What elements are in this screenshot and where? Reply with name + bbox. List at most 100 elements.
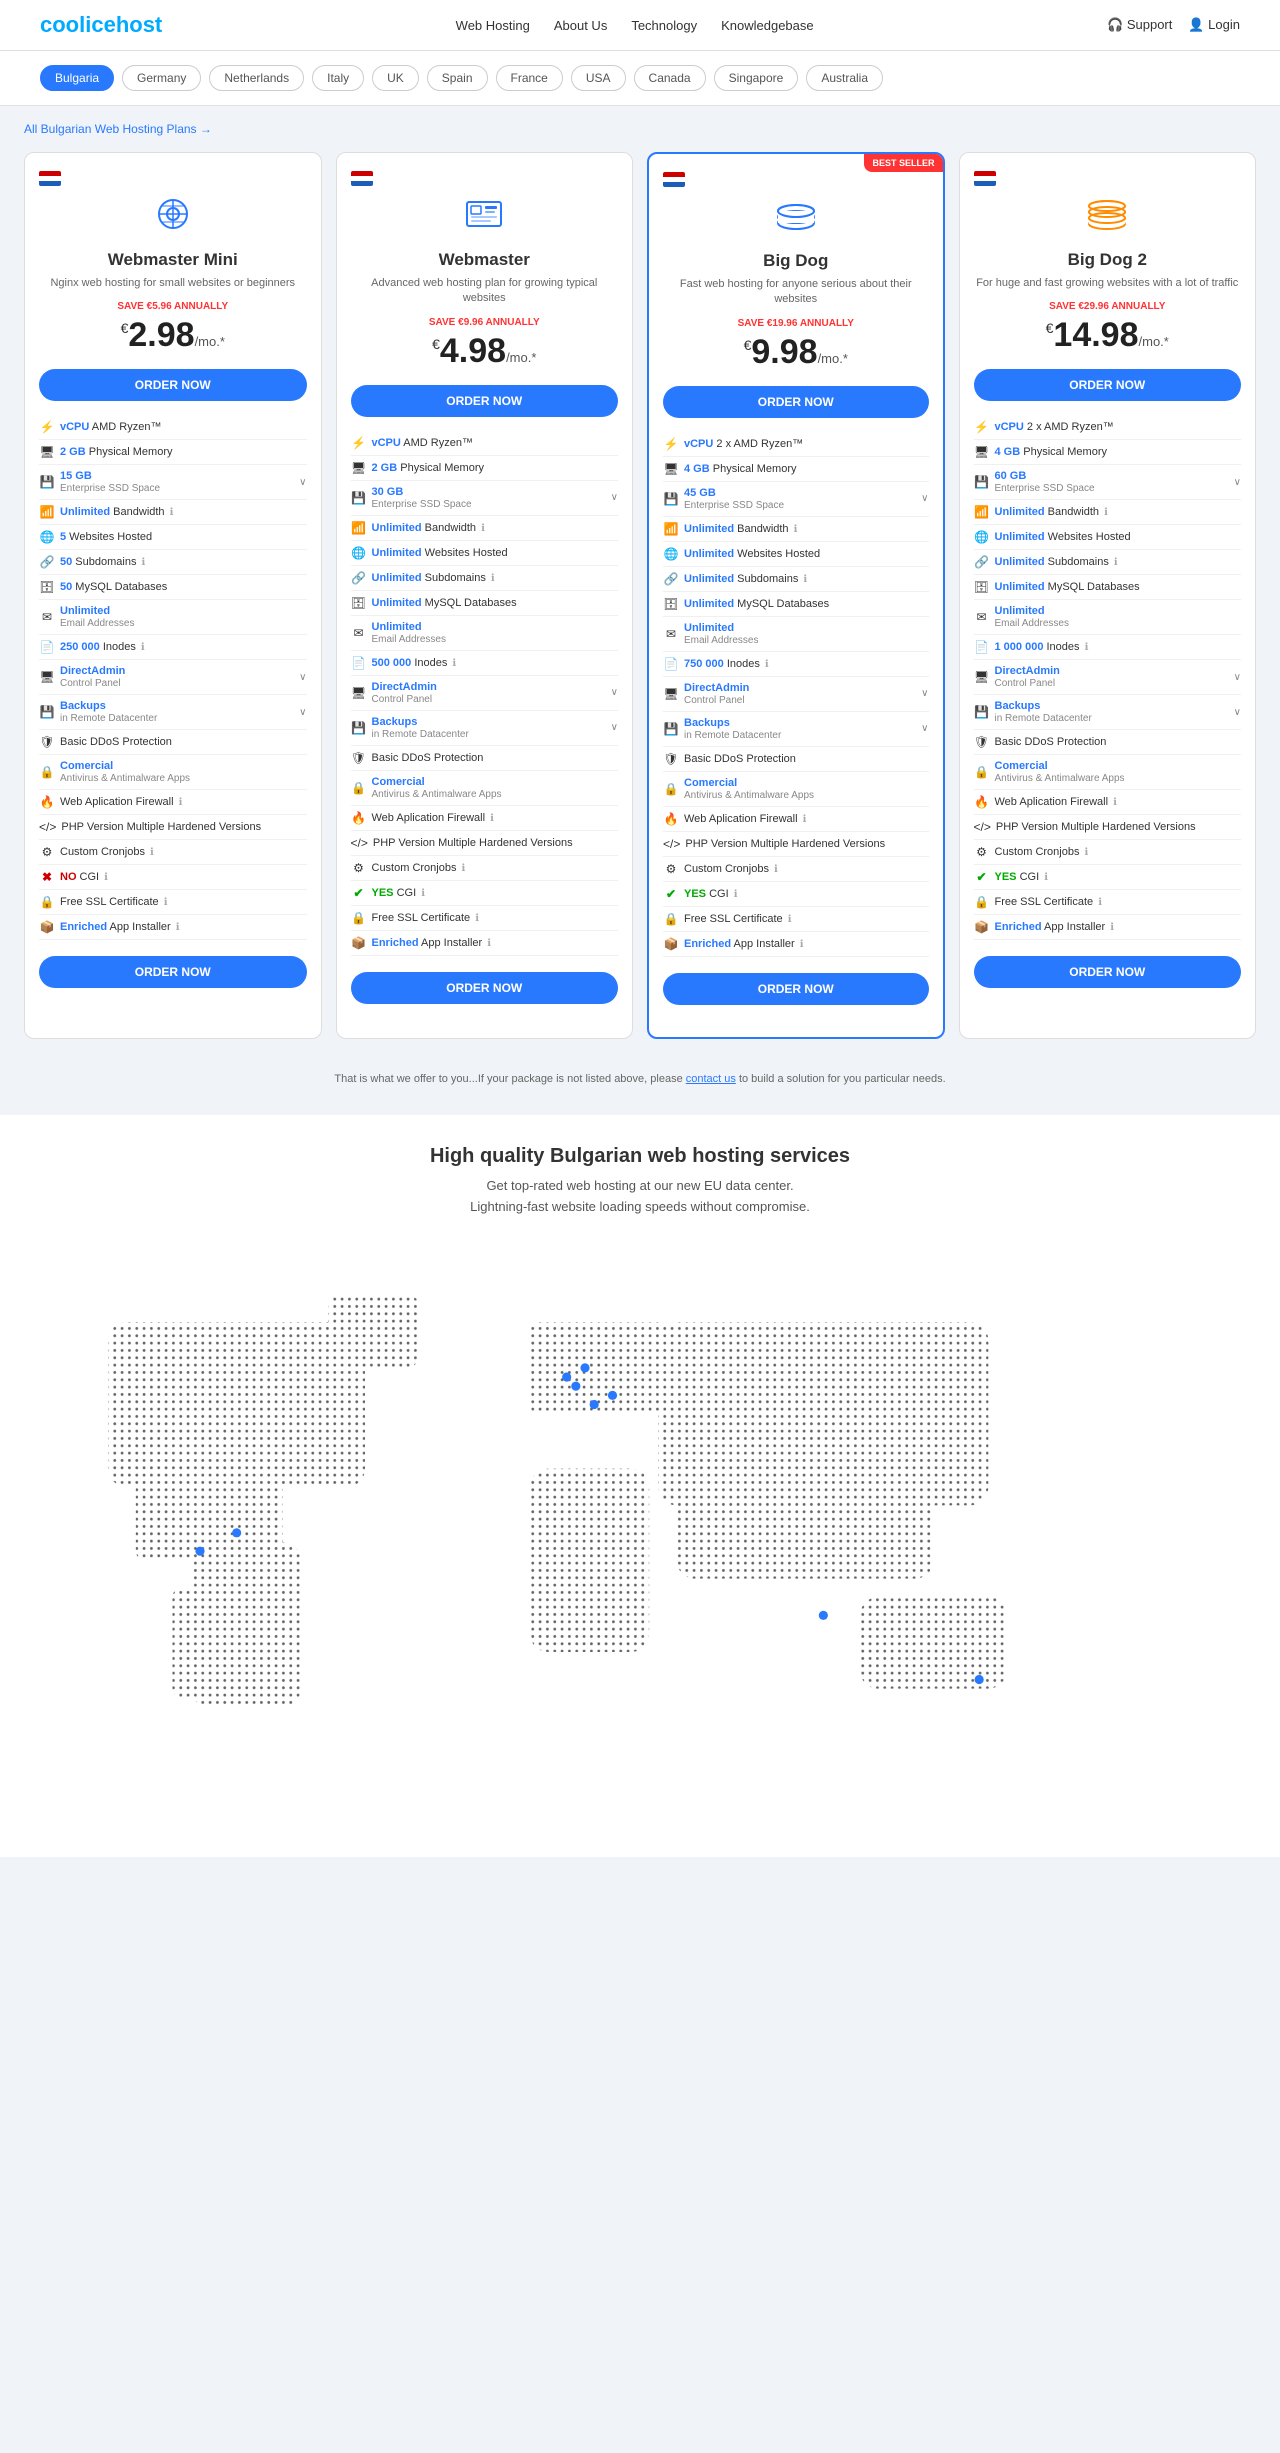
order-btn-bottom-3[interactable]: ORDER NOW — [663, 973, 929, 1005]
feature-vcpu-3: ⚡vCPU 2 x AMD Ryzen™ — [663, 432, 929, 457]
tab-usa[interactable]: USA — [571, 65, 626, 91]
feature-ssl-2: 🔒Free SSL Certificate ℹ — [351, 906, 619, 931]
feature-memory-2: 🖥2 GB Physical Memory — [351, 456, 619, 481]
save-badge-3: SAVE €19.96 ANNUALLY — [663, 318, 929, 329]
feature-waf-1: 🔥Web Aplication Firewall ℹ — [39, 790, 307, 815]
plan-webmaster-mini: Webmaster Mini Nginx web hosting for sma… — [24, 152, 322, 1039]
feature-app-4: 📦Enriched App Installer ℹ — [974, 915, 1242, 940]
logo-suffix: host — [116, 12, 162, 37]
currency-2: € — [432, 336, 440, 352]
feature-websites-1: 🌐5 Websites Hosted — [39, 525, 307, 550]
tab-uk[interactable]: UK — [372, 65, 419, 91]
plans-grid: Webmaster Mini Nginx web hosting for sma… — [24, 152, 1256, 1039]
header-right: 🎧 Support 👤 Login — [1107, 17, 1240, 33]
tab-italy[interactable]: Italy — [312, 65, 364, 91]
nav-web-hosting[interactable]: Web Hosting — [456, 18, 530, 33]
support-link[interactable]: 🎧 Support — [1107, 17, 1172, 33]
order-btn-bottom-1[interactable]: ORDER NOW — [39, 956, 307, 988]
quality-title: High quality Bulgarian web hosting servi… — [40, 1145, 1240, 1168]
nav-technology[interactable]: Technology — [631, 18, 697, 33]
feature-subdomains-1: 🔗50 Subdomains ℹ — [39, 550, 307, 575]
feature-waf-2: 🔥Web Aplication Firewall ℹ — [351, 806, 619, 831]
tab-germany[interactable]: Germany — [122, 65, 201, 91]
tab-canada[interactable]: Canada — [634, 65, 706, 91]
order-btn-4[interactable]: ORDER NOW — [974, 369, 1242, 401]
feature-app-3: 📦Enriched App Installer ℹ — [663, 932, 929, 957]
feature-php-3: </>PHP Version Multiple Hardened Version… — [663, 832, 929, 857]
logo-prefix: coolice — [40, 12, 116, 37]
plan-desc-4: For huge and fast growing websites with … — [974, 276, 1242, 291]
save-badge-2: SAVE €9.96 ANNUALLY — [351, 317, 619, 328]
feature-antivirus-2: 🔒ComercialAntivirus & Antimalware Apps — [351, 771, 619, 806]
plan-name-1: Webmaster Mini — [39, 250, 307, 270]
login-link[interactable]: 👤 Login — [1188, 17, 1240, 33]
plan-desc-2: Advanced web hosting plan for growing ty… — [351, 276, 619, 307]
save-badge-1: SAVE €5.96 ANNUALLY — [39, 301, 307, 312]
feature-cp-2: 🖥DirectAdminControl Panel∨ — [351, 676, 619, 711]
plan-icon-2 — [351, 194, 619, 242]
tab-france[interactable]: France — [496, 65, 563, 91]
feature-ssd-3: 💾45 GBEnterprise SSD Space∨ — [663, 482, 929, 517]
price-1: 2.98 — [128, 316, 194, 354]
flag-bulgaria-1 — [39, 171, 61, 186]
nav-knowledgebase[interactable]: Knowledgebase — [721, 18, 814, 33]
contact-us-link[interactable]: contact us — [686, 1073, 736, 1085]
feature-ssd-1: 💾15 GBEnterprise SSD Space∨ — [39, 465, 307, 500]
plan-icon-1 — [39, 194, 307, 242]
feature-websites-2: 🌐Unlimited Websites Hosted — [351, 541, 619, 566]
feature-memory-3: 🖥4 GB Physical Memory — [663, 457, 929, 482]
tab-australia[interactable]: Australia — [806, 65, 883, 91]
period-4: /mo.* — [1139, 334, 1169, 349]
tab-spain[interactable]: Spain — [427, 65, 488, 91]
plan-desc-1: Nginx web hosting for small websites or … — [39, 276, 307, 291]
world-map — [0, 1267, 1280, 1817]
feature-email-3: ✉UnlimitedEmail Addresses — [663, 617, 929, 652]
feature-waf-3: 🔥Web Aplication Firewall ℹ — [663, 807, 929, 832]
main-nav: Web Hosting About Us Technology Knowledg… — [456, 18, 814, 33]
order-btn-1[interactable]: ORDER NOW — [39, 369, 307, 401]
tab-bulgaria[interactable]: Bulgaria — [40, 65, 114, 91]
plan-name-3: Big Dog — [663, 251, 929, 271]
tab-singapore[interactable]: Singapore — [714, 65, 799, 91]
feature-ssl-3: 🔒Free SSL Certificate ℹ — [663, 907, 929, 932]
feature-bandwidth-2: 📶Unlimited Bandwidth ℹ — [351, 516, 619, 541]
plan-desc-3: Fast web hosting for anyone serious abou… — [663, 277, 929, 308]
feature-bandwidth-4: 📶Unlimited Bandwidth ℹ — [974, 500, 1242, 525]
feature-ddos-4: 🛡Basic DDoS Protection — [974, 730, 1242, 755]
feature-mysql-1: 🗄50 MySQL Databases — [39, 575, 307, 600]
feature-websites-3: 🌐Unlimited Websites Hosted — [663, 542, 929, 567]
order-btn-3[interactable]: ORDER NOW — [663, 386, 929, 418]
feature-vcpu-4: ⚡vCPU 2 x AMD Ryzen™ — [974, 415, 1242, 440]
logo[interactable]: coolicehost — [40, 12, 162, 38]
tab-netherlands[interactable]: Netherlands — [209, 65, 304, 91]
feature-ddos-2: 🛡Basic DDoS Protection — [351, 746, 619, 771]
order-btn-2[interactable]: ORDER NOW — [351, 385, 619, 417]
plan-name-4: Big Dog 2 — [974, 250, 1242, 270]
feature-cp-3: 🖥DirectAdminControl Panel∨ — [663, 677, 929, 712]
world-map-svg — [0, 1267, 1280, 1817]
feature-backup-1: 💾Backupsin Remote Datacenter∨ — [39, 695, 307, 730]
feature-inodes-2: 📄500 000 Inodes ℹ — [351, 651, 619, 676]
feature-memory-4: 🖥4 GB Physical Memory — [974, 440, 1242, 465]
feature-bandwidth-3: 📶Unlimited Bandwidth ℹ — [663, 517, 929, 542]
feature-antivirus-3: 🔒ComercialAntivirus & Antimalware Apps — [663, 772, 929, 807]
period-2: /mo.* — [506, 350, 536, 365]
price-row-1: €2.98/mo.* — [39, 316, 307, 355]
plan-big-dog-2: Big Dog 2 For huge and fast growing webs… — [959, 152, 1257, 1039]
order-btn-bottom-2[interactable]: ORDER NOW — [351, 972, 619, 1004]
feature-email-2: ✉UnlimitedEmail Addresses — [351, 616, 619, 651]
feature-antivirus-1: 🔒ComercialAntivirus & Antimalware Apps — [39, 755, 307, 790]
feature-subdomains-4: 🔗Unlimited Subdomains ℹ — [974, 550, 1242, 575]
plan-icon-3 — [663, 195, 929, 243]
price-3: 9.98 — [751, 333, 817, 371]
feature-cgi-1: ✖NO CGI ℹ — [39, 865, 307, 890]
feature-inodes-1: 📄250 000 Inodes ℹ — [39, 635, 307, 660]
feature-cron-1: ⚙Custom Cronjobs ℹ — [39, 840, 307, 865]
world-map-section — [0, 1247, 1280, 1857]
footer-note: That is what we offer to you...If your p… — [0, 1073, 1280, 1085]
all-plans-link[interactable]: All Bulgarian Web Hosting Plans → — [24, 122, 1256, 136]
order-btn-bottom-4[interactable]: ORDER NOW — [974, 956, 1242, 988]
feature-php-2: </>PHP Version Multiple Hardened Version… — [351, 831, 619, 856]
nav-about-us[interactable]: About Us — [554, 18, 607, 33]
header: coolicehost Web Hosting About Us Technol… — [0, 0, 1280, 51]
